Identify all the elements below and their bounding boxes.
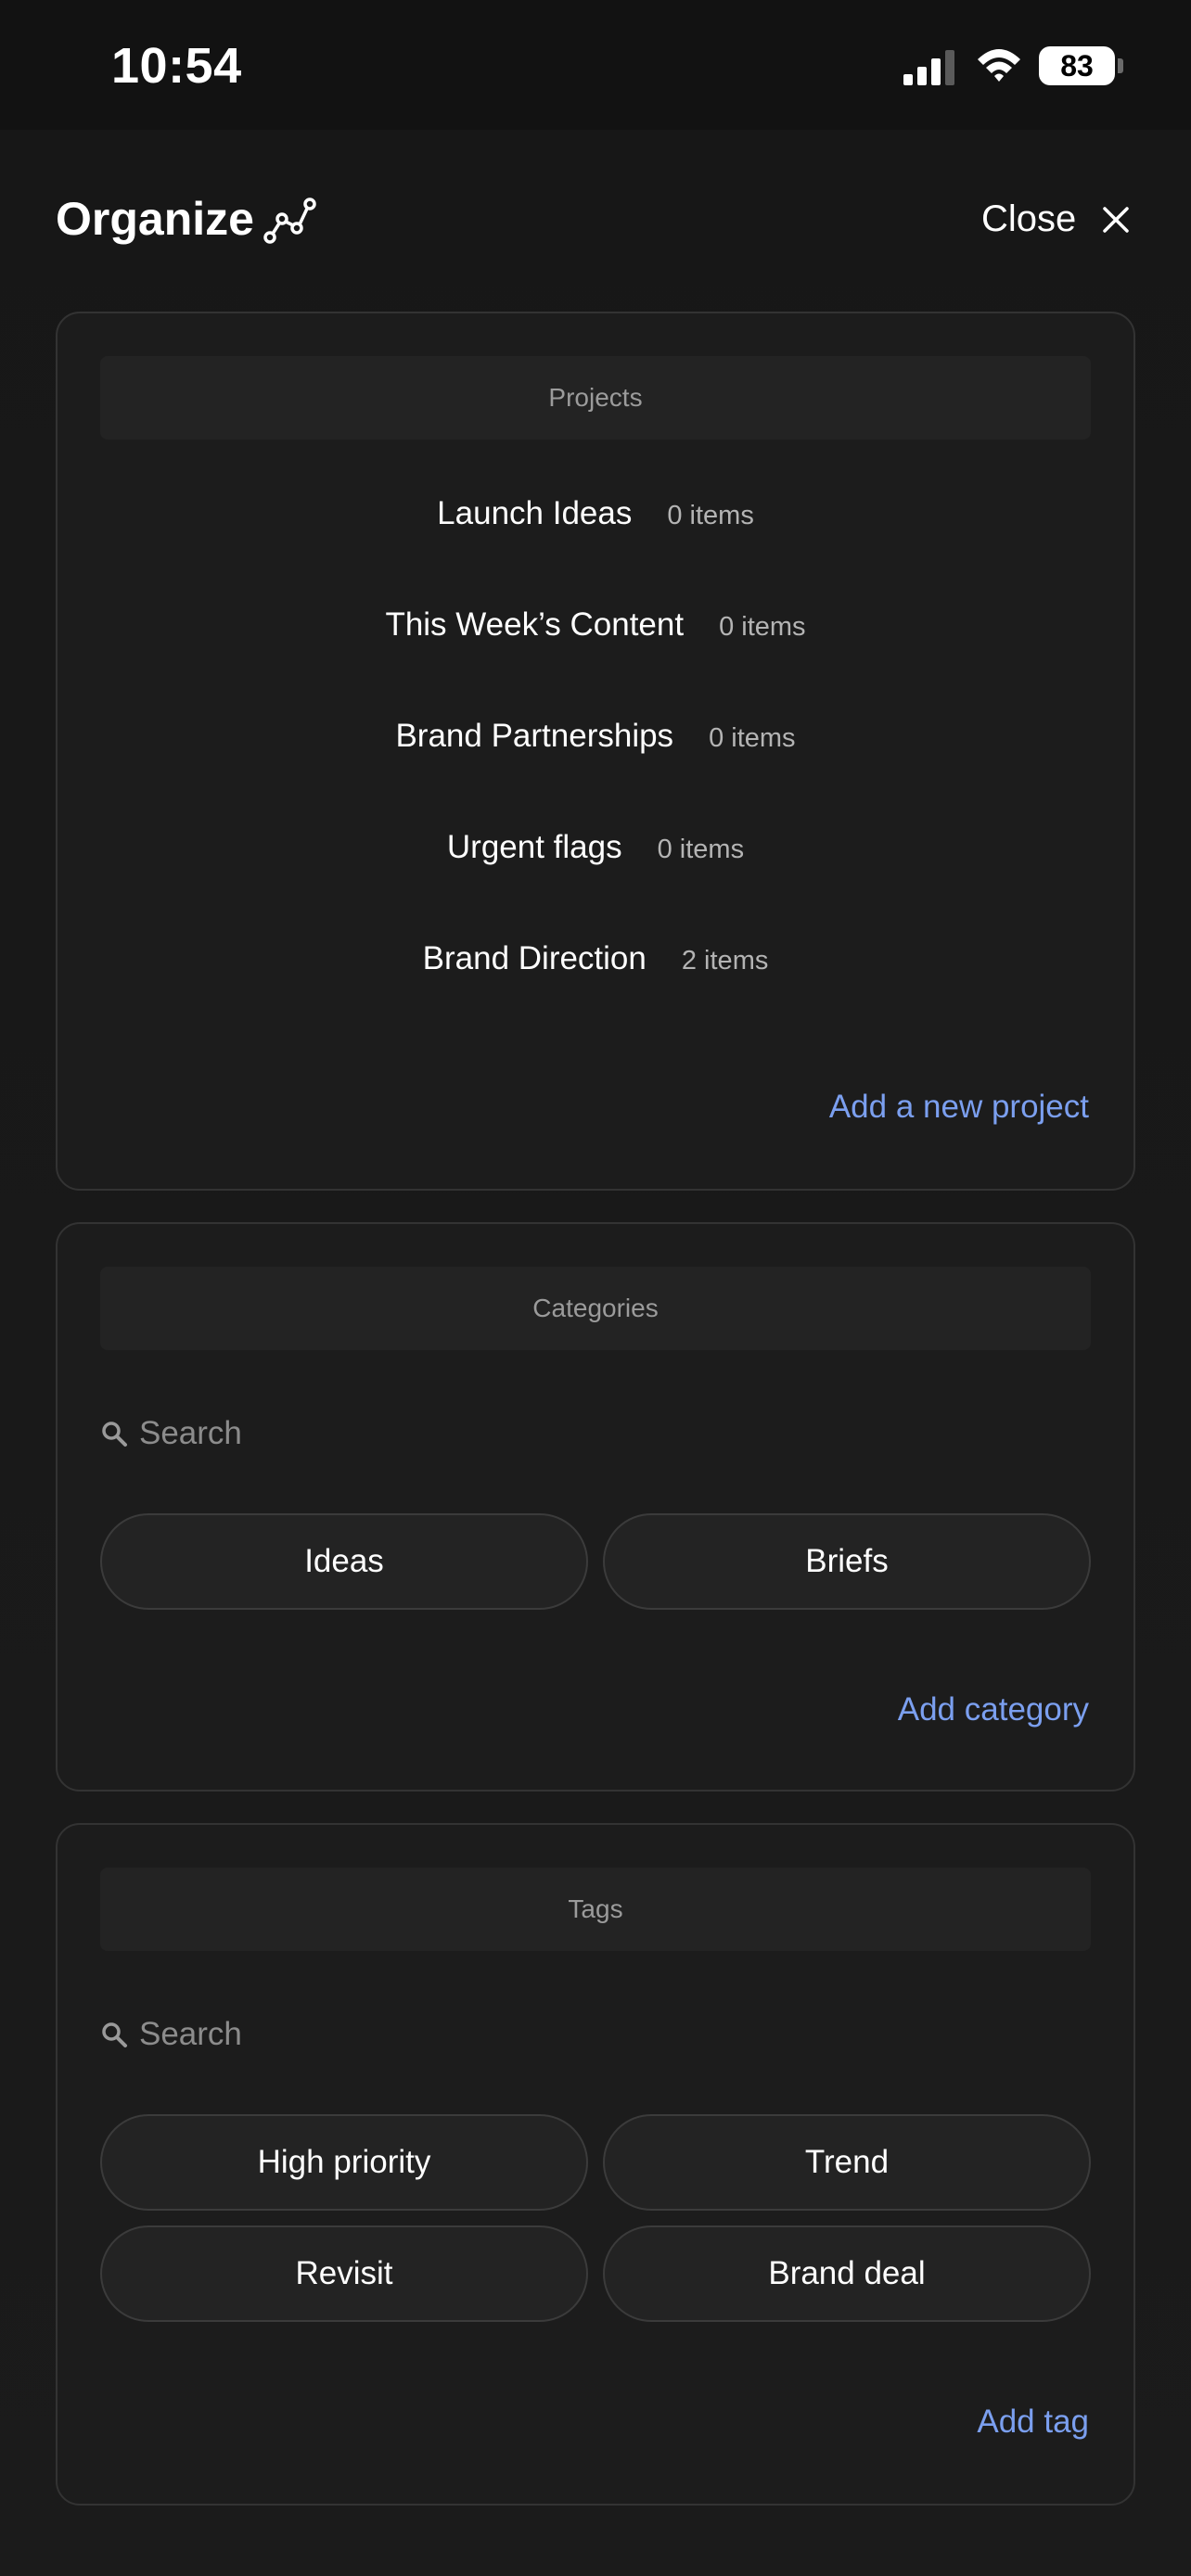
add-project-link[interactable]: Add a new project (829, 1089, 1089, 1126)
project-item[interactable]: This Week’s Content 0 items (58, 606, 1133, 644)
add-category-link[interactable]: Add category (898, 1691, 1089, 1728)
project-name: Urgent flags (446, 829, 622, 865)
project-item[interactable]: Brand Partnerships 0 items (58, 718, 1133, 755)
search-placeholder: Search (139, 2016, 242, 2052)
status-time: 10:54 (111, 38, 242, 94)
tag-chip[interactable]: Revisit (100, 2225, 588, 2322)
categories-card: Categories Search Ideas Briefs Add categ… (56, 1222, 1135, 1792)
battery-nub (1118, 58, 1123, 73)
tag-search-input[interactable]: Search (100, 2007, 657, 2062)
project-name: Brand Direction (422, 940, 647, 976)
project-item[interactable]: Brand Direction 2 items (58, 940, 1133, 977)
project-name: This Week’s Content (385, 606, 685, 643)
search-icon (102, 1422, 127, 1447)
tag-chip[interactable]: Brand deal (603, 2225, 1091, 2322)
battery-level: 83 (1060, 48, 1094, 83)
project-count: 0 items (719, 612, 806, 642)
project-name: Brand Partnerships (395, 718, 674, 754)
close-icon[interactable] (1102, 206, 1130, 234)
cellular-signal-icon (903, 50, 954, 85)
add-tag-link[interactable]: Add tag (977, 2404, 1089, 2441)
wifi-icon (978, 49, 1020, 82)
project-item[interactable]: Urgent flags 0 items (58, 829, 1133, 866)
search-placeholder: Search (139, 1415, 242, 1451)
project-count: 0 items (667, 501, 754, 530)
category-chip[interactable]: Ideas (100, 1513, 588, 1610)
projects-heading: Projects (100, 356, 1091, 440)
project-count: 2 items (681, 946, 769, 976)
category-chip[interactable]: Briefs (603, 1513, 1091, 1610)
category-search-input[interactable]: Search (100, 1406, 657, 1461)
search-icon (102, 2022, 127, 2047)
graph-nodes-icon (263, 198, 316, 244)
tags-card: Tags Search High priority Trend Revisit … (56, 1823, 1135, 2506)
project-name: Launch Ideas (437, 495, 633, 531)
close-button[interactable]: Close (981, 198, 1076, 240)
battery-icon: 83 (1039, 46, 1115, 85)
tag-chip[interactable]: High priority (100, 2114, 588, 2211)
projects-card: Projects Launch Ideas 0 items This Week’… (56, 312, 1135, 1191)
tag-chip[interactable]: Trend (603, 2114, 1091, 2211)
tags-heading: Tags (100, 1868, 1091, 1951)
project-count: 0 items (657, 835, 745, 864)
page-title: Organize (56, 193, 254, 245)
categories-heading: Categories (100, 1267, 1091, 1350)
project-item[interactable]: Launch Ideas 0 items (58, 495, 1133, 532)
status-bar: 10:54 83 (0, 0, 1191, 130)
project-count: 0 items (709, 723, 796, 753)
